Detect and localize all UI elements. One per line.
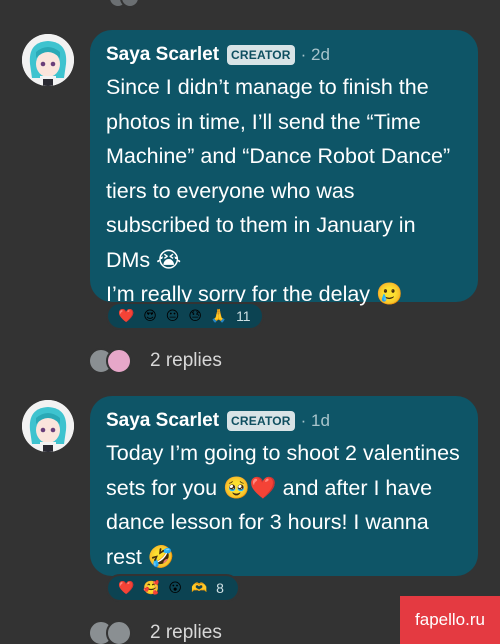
previous-replies-avatars[interactable] (108, 0, 140, 8)
comment-bubble: Saya Scarlet CREATOR · 1d Today I’m goin… (90, 396, 478, 576)
heart-reaction-icon: ❤️ (118, 580, 135, 595)
replies-count: 2 replies (150, 622, 222, 643)
reply-avatar (106, 348, 132, 374)
neutral-face-reaction-icon: 😐 (165, 308, 180, 323)
comment-text: Today I’m going to shoot 2 valentines se… (106, 436, 462, 574)
comment-text: Since I didn’t manage to finish the phot… (106, 70, 462, 312)
surprised-face-reaction-icon: 😮 (168, 580, 182, 595)
reply-avatar (106, 620, 132, 644)
author-avatar[interactable] (22, 34, 74, 86)
heart-reaction-icon: ❤️ (118, 308, 135, 323)
comment-header: Saya Scarlet CREATOR · 2d (106, 40, 462, 70)
heart-hands-reaction-icon: 🫶 (190, 580, 208, 595)
replies-count: 2 replies (150, 350, 222, 371)
creator-badge: CREATOR (227, 411, 295, 431)
comment-paragraph: Since I didn’t manage to finish the phot… (106, 75, 451, 272)
reactions-bar[interactable]: ❤️ 😍 😐 😓 🙏 11 (106, 302, 264, 330)
comment-bubble: Saya Scarlet CREATOR · 2d Since I didn’t… (90, 30, 478, 306)
heart-eyes-reaction-icon: 😍 (143, 308, 157, 323)
comment-time: · 1d (300, 411, 330, 430)
smiling-hearts-reaction-icon: 🥰 (143, 580, 160, 595)
author-name[interactable]: Saya Scarlet (106, 44, 219, 66)
avatar (120, 0, 140, 8)
author-avatar[interactable] (22, 400, 74, 452)
sweat-face-reaction-icon: 😓 (188, 308, 202, 323)
watermark: fapello.ru (400, 596, 500, 644)
comment-time: · 2d (300, 45, 330, 64)
author-name[interactable]: Saya Scarlet (106, 410, 219, 432)
comment-header: Saya Scarlet CREATOR · 1d (106, 406, 462, 436)
replies-link[interactable]: 2 replies (88, 348, 222, 374)
comments-screen: Saya Scarlet CREATOR · 2d Since I didn’t… (0, 0, 500, 644)
replies-link[interactable]: 2 replies (88, 620, 222, 644)
reactions-bar[interactable]: ❤️ 🥰 😮 🫶 8 (106, 574, 240, 602)
comment-paragraph: Today I’m going to shoot 2 valentines se… (106, 441, 460, 569)
creator-badge: CREATOR (227, 45, 295, 65)
reaction-count: 8 (216, 580, 224, 596)
reaction-count: 11 (236, 308, 251, 324)
pray-reaction-icon: 🙏 (210, 308, 228, 323)
